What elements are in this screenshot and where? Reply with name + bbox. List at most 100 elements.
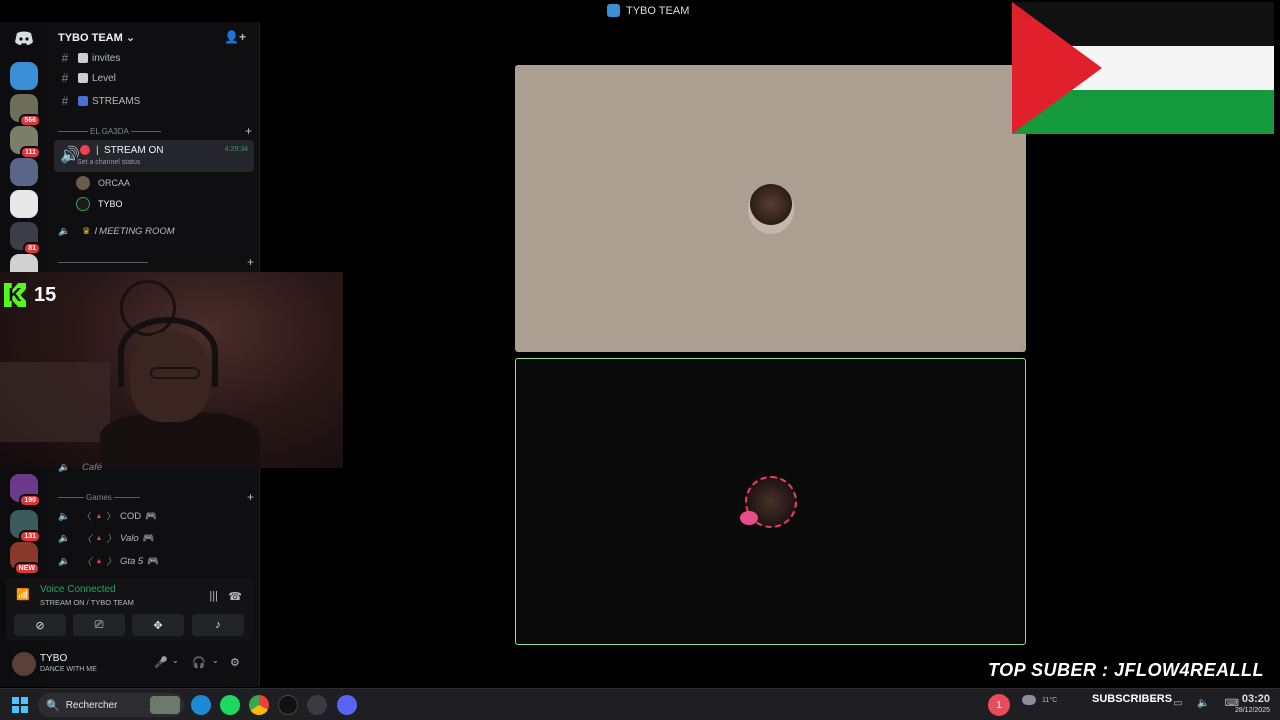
speaker-icon: 🔊	[60, 147, 80, 164]
server-icon[interactable]	[10, 158, 38, 186]
chevron-down-icon[interactable]: ⌄	[172, 656, 179, 665]
speaker-icon: 🔈	[58, 532, 70, 544]
add-channel-icon[interactable]: +	[245, 124, 252, 138]
server-icon[interactable]: 566	[10, 94, 41, 127]
chrome-icon[interactable]	[249, 695, 269, 715]
avatar	[76, 197, 90, 211]
voice-channel-meeting-room[interactable]: 🔈 ♛ I MEETING ROOM	[58, 222, 175, 240]
notification-count[interactable]: 1	[988, 694, 1010, 716]
weather-widget[interactable]: 11°C	[1022, 695, 1057, 705]
triangle-icon: ▲	[95, 534, 103, 542]
clock-date: 28/12/2025	[1234, 707, 1270, 714]
disconnect-icon[interactable]: ☎	[228, 590, 242, 603]
channel-label: Café	[82, 461, 103, 473]
channel-status[interactable]: Set a channel status	[77, 159, 140, 166]
triangle-icon: ▲	[95, 512, 103, 520]
taskbar-search[interactable]: 🔍 Rechercher	[38, 693, 184, 717]
windows-taskbar: 🔍 Rechercher 1 11°C SUBSCRIBERS ⌃ ▭ 🔈 ⌨ …	[0, 688, 1280, 720]
screen-share-icon: ⎚	[94, 618, 104, 631]
mention-badge: 190	[19, 494, 41, 507]
signal-icon[interactable]: 📶	[16, 588, 30, 602]
edge-icon[interactable]	[191, 695, 211, 715]
discord-logo-icon[interactable]	[10, 28, 38, 48]
headphones-icon[interactable]: 🎧	[192, 656, 206, 669]
divider	[58, 496, 84, 498]
server-icon[interactable]	[10, 62, 38, 90]
server-icon[interactable]	[10, 190, 38, 218]
voice-channel-valo[interactable]: 🔈 〈 ▲ 〉 Valo 🎮	[58, 529, 154, 547]
discord-taskbar-icon[interactable]	[337, 695, 357, 715]
voice-user-tybo[interactable]: TYBO	[76, 195, 123, 213]
microphone-icon[interactable]: 🎤	[154, 656, 168, 669]
top-suber-banner: TOP SUBER : JFLOW4REALLL	[988, 660, 1265, 680]
soundboard-icon: ♪	[215, 619, 221, 631]
settings-gear-icon[interactable]: ⚙	[230, 656, 240, 669]
channel-invites[interactable]: # invites	[56, 48, 252, 68]
channel-streams[interactable]: # STREAMS	[56, 91, 252, 111]
snail-decoration-icon	[740, 511, 758, 525]
server-icon[interactable]: 81	[10, 222, 41, 255]
user-status: DANCE WITH ME	[40, 666, 97, 673]
server-icon[interactable]: 190	[10, 474, 41, 507]
screen-share-button[interactable]: ⎚	[73, 614, 125, 636]
noise-suppression-icon[interactable]: |||	[209, 590, 218, 602]
gamepad-icon: 🎮	[142, 532, 155, 544]
server-icon[interactable]: 131	[10, 510, 41, 543]
search-placeholder: Rechercher	[65, 699, 118, 711]
divider	[58, 130, 88, 132]
spotify-icon[interactable]	[220, 695, 240, 715]
temperature: 11°C	[1042, 696, 1058, 704]
hash-icon: #	[61, 71, 69, 85]
voice-channel-cod[interactable]: 🔈 〈 ▲ 〉 COD 🎮	[58, 507, 157, 525]
new-badge: NEW	[13, 562, 40, 575]
channel-emoji-icon	[78, 73, 88, 83]
system-tray[interactable]: ⌃ ▭ 🔈 ⌨	[1150, 698, 1245, 709]
voice-connected-panel: 📶 Voice Connected STREAM ON / TYBO TEAM …	[6, 578, 254, 640]
category-el-ga3da[interactable]: EL GA3DA +	[58, 124, 252, 138]
window-title-text: TYBO TEAM	[626, 4, 690, 17]
category-collapsed[interactable]: +	[58, 255, 254, 269]
user-panel: TYBO DANCE WITH ME 🎤 ⌄ 🎧 ⌄ ⚙	[6, 648, 254, 680]
search-icon: 🔍	[46, 699, 60, 712]
add-channel-icon[interactable]: +	[247, 255, 254, 269]
participant-tile-speaking[interactable]	[515, 358, 1026, 645]
voice-channel-gta5[interactable]: 🔈 〈 ▲ 〉 Gta 5 🎮	[58, 552, 159, 570]
add-channel-icon[interactable]: +	[247, 490, 254, 504]
speaker-icon: 🔈	[58, 225, 70, 237]
channel-emoji-icon	[78, 53, 88, 63]
server-icon[interactable]: NEW	[10, 542, 40, 575]
category-games[interactable]: Games +	[58, 490, 254, 504]
voice-channel-cafe[interactable]: 🔈 Café	[58, 458, 102, 476]
invite-people-icon[interactable]: 👤+	[224, 30, 246, 44]
triangle-icon: ▲	[95, 557, 103, 565]
kick-viewer-counter: K 15	[4, 283, 56, 307]
channel-label: Gta 5	[119, 555, 144, 567]
server-icon	[607, 4, 620, 17]
server-name: TYBO TEAM ⌄	[58, 31, 136, 44]
viewer-count: 15	[34, 283, 57, 306]
crown-icon: ♛	[82, 225, 91, 237]
obs-icon[interactable]	[307, 695, 327, 715]
activities-button[interactable]: ✥	[132, 614, 184, 636]
kick-logo-icon: K	[4, 283, 26, 307]
channel-name: STREAM ON	[104, 145, 164, 156]
cloud-icon	[1022, 695, 1036, 705]
soundboard-button[interactable]: ♪	[192, 614, 244, 636]
windows-start-icon[interactable]	[12, 697, 28, 713]
divider	[130, 130, 161, 132]
camera-off-button[interactable]: ⊘	[14, 614, 66, 636]
channel-level[interactable]: # Level	[56, 68, 252, 88]
tiktok-icon[interactable]	[278, 695, 298, 715]
avatar[interactable]	[12, 652, 36, 676]
voice-channel-stream-on[interactable]: 🔊 | STREAM ON 4:29:34 Set a channel stat…	[54, 140, 254, 172]
user-name: TYBO	[98, 199, 123, 209]
participant-tile[interactable]	[515, 65, 1026, 352]
taskbar-clock[interactable]: 03:20 28/12/2025	[1235, 694, 1270, 716]
voice-status[interactable]: Voice Connected	[40, 584, 116, 595]
elapsed-time: 4:29:34	[224, 146, 248, 153]
server-icon[interactable]: 111	[10, 126, 41, 159]
voice-user-orcaa[interactable]: ORCAA	[76, 174, 130, 192]
voice-location[interactable]: STREAM ON / TYBO TEAM	[40, 598, 134, 607]
user-name[interactable]: TYBO	[40, 653, 67, 664]
chevron-down-icon[interactable]: ⌄	[212, 656, 219, 665]
